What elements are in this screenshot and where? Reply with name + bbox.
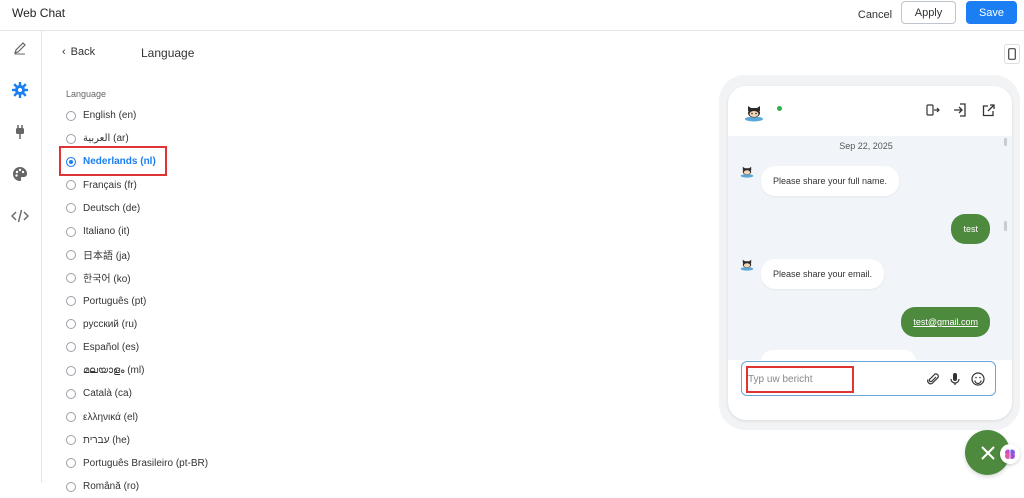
mobile-preview-icon[interactable] <box>1004 44 1020 64</box>
close-icon <box>980 445 995 460</box>
chat-messages-area[interactable]: Sep 22, 2025 Please share your full name… <box>728 136 1012 360</box>
radio-unchecked-icon[interactable] <box>66 110 76 121</box>
radio-unchecked-icon[interactable] <box>66 388 76 399</box>
language-option[interactable]: Português Brasileiro (pt-BR) <box>60 452 280 475</box>
back-button[interactable]: ‹ Back <box>62 46 95 58</box>
user-message: test <box>951 214 990 244</box>
language-option[interactable]: Español (es) <box>60 336 280 359</box>
radio-unchecked-icon[interactable] <box>66 412 76 423</box>
language-option-label: 日本語 (ja) <box>83 251 131 263</box>
language-option-label: Italiano (it) <box>83 226 130 238</box>
online-status-dot <box>777 106 782 111</box>
language-option-label: русский (ru) <box>83 318 138 330</box>
radio-unchecked-icon[interactable] <box>66 203 76 214</box>
input-highlight-box <box>746 366 854 393</box>
language-option[interactable]: മലയാളം (ml) <box>60 359 280 382</box>
language-option-label: Español (es) <box>83 341 140 353</box>
radio-unchecked-icon[interactable] <box>66 226 76 237</box>
language-option-label: Français (fr) <box>83 179 137 191</box>
language-option[interactable]: Deutsch (de) <box>60 197 280 220</box>
palette-icon[interactable] <box>9 163 31 185</box>
language-option[interactable]: Italiano (it) <box>60 220 280 243</box>
language-option-label: Català (ca) <box>83 388 132 400</box>
language-option-label: 한국어 (ko) <box>83 274 131 286</box>
radio-unchecked-icon[interactable] <box>66 249 76 260</box>
language-option-label: മലയാളം (ml) <box>83 365 145 377</box>
radio-unchecked-icon[interactable] <box>66 180 76 191</box>
external-link-icon[interactable] <box>980 102 996 118</box>
language-option-label: Português Brasileiro (pt-BR) <box>83 457 209 469</box>
app-title: Web Chat <box>12 6 66 20</box>
attachment-icon[interactable] <box>926 372 940 386</box>
bot-avatar-icon <box>745 106 763 122</box>
bot-avatar-icon <box>740 166 754 178</box>
language-option-label: ελληνικά (el) <box>83 411 139 423</box>
back-label: Back <box>70 46 96 58</box>
language-section-label: Language <box>66 89 107 99</box>
radio-unchecked-icon[interactable] <box>66 365 76 376</box>
code-icon[interactable] <box>9 205 31 227</box>
language-option[interactable]: English (en) <box>60 104 280 127</box>
date-separator: Sep 22, 2025 <box>839 141 893 151</box>
sign-in-icon[interactable] <box>952 102 968 118</box>
radio-unchecked-icon[interactable] <box>66 342 76 353</box>
radio-unchecked-icon[interactable] <box>66 296 76 307</box>
language-option-label: עברית (he) <box>83 434 131 446</box>
save-button[interactable]: Save <box>966 1 1017 24</box>
language-option-label: English (en) <box>83 110 137 122</box>
language-option[interactable]: Português (pt) <box>60 290 280 313</box>
radio-unchecked-icon[interactable] <box>66 458 76 469</box>
language-option[interactable]: 한국어 (ko) <box>60 266 280 289</box>
language-option-label: العربية (ar) <box>83 133 129 145</box>
gear-icon[interactable] <box>9 79 31 101</box>
radio-unchecked-icon[interactable] <box>66 272 76 283</box>
transfer-icon[interactable] <box>925 102 941 118</box>
language-option[interactable]: Català (ca) <box>60 382 280 405</box>
language-option[interactable]: עברית (he) <box>60 429 280 452</box>
selection-highlight-box <box>59 146 167 176</box>
left-icon-rail <box>0 31 42 483</box>
language-option[interactable]: ελληνικά (el) <box>60 405 280 428</box>
language-option-label: Deutsch (de) <box>83 202 141 214</box>
radio-unchecked-icon[interactable] <box>66 319 76 330</box>
language-option[interactable]: русский (ru) <box>60 313 280 336</box>
scrollbar-thumb[interactable] <box>1004 221 1007 231</box>
pencil-icon[interactable] <box>9 37 31 59</box>
radio-unchecked-icon[interactable] <box>66 481 76 492</box>
page-title: Language <box>141 46 195 60</box>
scrollbar-thumb-top[interactable] <box>1004 138 1007 146</box>
top-bar: Web Chat Cancel Apply Save <box>0 0 1024 31</box>
chat-header <box>728 86 1012 136</box>
bot-message: Please share your email. <box>761 259 885 289</box>
emoji-icon[interactable] <box>971 372 985 386</box>
bot-avatar-icon <box>740 259 754 271</box>
user-message[interactable]: test@gmail.com <box>901 307 990 337</box>
radio-unchecked-icon[interactable] <box>66 133 76 144</box>
chevron-left-icon: ‹ <box>62 46 66 58</box>
radio-unchecked-icon[interactable] <box>66 435 76 446</box>
cancel-button[interactable]: Cancel <box>856 4 894 26</box>
language-option[interactable]: Română (ro) <box>60 475 280 498</box>
language-option[interactable]: 日本語 (ja) <box>60 243 280 266</box>
language-option-label: Português (pt) <box>83 295 147 307</box>
language-option[interactable]: Français (fr) <box>60 174 280 197</box>
apply-button[interactable]: Apply <box>901 1 956 24</box>
microphone-icon[interactable] <box>948 372 962 386</box>
bot-message: Please share your full name. <box>761 166 900 196</box>
brain-icon[interactable] <box>1000 444 1020 464</box>
plug-icon[interactable] <box>9 121 31 143</box>
